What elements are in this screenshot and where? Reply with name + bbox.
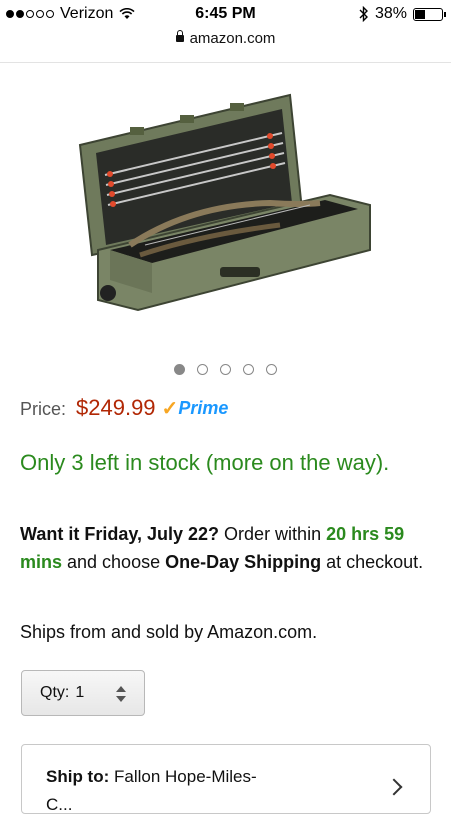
lock-icon: [175, 30, 184, 42]
product-image[interactable]: [70, 85, 380, 315]
prime-badge: ✓ Prime: [162, 396, 229, 421]
status-bar: Verizon 6:45 PM 38%: [0, 0, 451, 30]
delivery-text: and choose: [62, 552, 166, 572]
carousel-dot[interactable]: [174, 364, 185, 375]
delivery-text: Order within: [219, 524, 327, 544]
quantity-select[interactable]: Qty: 1: [21, 670, 145, 716]
status-right: 38%: [359, 5, 446, 23]
battery-icon: [413, 7, 446, 21]
carousel-dot[interactable]: [197, 364, 208, 375]
prime-label: Prime: [178, 398, 229, 418]
prime-check-icon: ✓: [161, 398, 179, 420]
delivery-message: Want it Friday, July 22? Order within 20…: [20, 520, 430, 576]
carousel-dot[interactable]: [266, 364, 277, 375]
bluetooth-icon: [359, 6, 368, 22]
ships-from: Ships from and sold by Amazon.com.: [20, 622, 318, 642]
delivery-date: Want it Friday, July 22?: [20, 524, 220, 544]
delivery-text: at checkout.: [321, 552, 424, 572]
stock-status: Only 3 left in stock (more on the way).: [20, 450, 390, 475]
ship-to-line: Ship to: Fallon Hope-Miles-: [46, 767, 257, 787]
carousel-dots: [0, 364, 451, 375]
ship-to-selector[interactable]: Ship to: Fallon Hope-Miles- C...: [21, 744, 431, 814]
shipping-method: One-Day Shipping: [165, 552, 322, 572]
quantity-label: Qty:: [40, 684, 70, 701]
battery-percent: 38%: [374, 5, 407, 22]
price-label: Price:: [20, 399, 67, 419]
address-bar[interactable]: amazon.com: [0, 30, 451, 54]
ship-to-name: Fallon Hope-Miles-: [114, 767, 257, 786]
updown-arrows-icon: [116, 684, 126, 704]
divider: [0, 62, 451, 63]
quantity-value: 1: [75, 684, 85, 701]
ship-to-label: Ship to:: [46, 767, 110, 786]
chevron-right-icon: [385, 778, 403, 796]
carousel-dot[interactable]: [220, 364, 231, 375]
carousel-dot[interactable]: [243, 364, 254, 375]
url-text: amazon.com: [189, 30, 276, 47]
ship-to-name-cont: C...: [46, 795, 73, 814]
price-row: Price: $249.99 ✓ Prime: [20, 395, 228, 421]
price-value: $249.99: [76, 395, 156, 420]
